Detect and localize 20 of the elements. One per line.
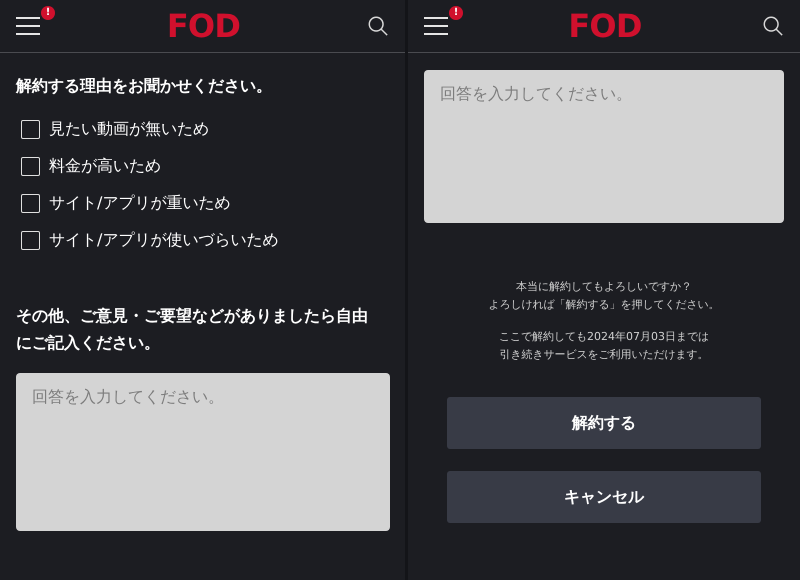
- reason-checkbox[interactable]: サイト/アプリが重いため: [21, 191, 389, 215]
- menu-button[interactable]: [16, 16, 40, 36]
- comment-field[interactable]: 回答を入力してください。: [16, 373, 390, 531]
- confirm-text: 本当に解約してもよろしいですか？: [516, 279, 692, 295]
- menu-button[interactable]: [424, 16, 448, 36]
- notice-text: ここで解約しても2024年07月03日までは: [499, 329, 709, 345]
- search-button[interactable]: [762, 15, 784, 37]
- notice-text: 引き続きサービスをご利用いただけます。: [500, 347, 708, 363]
- notification-badge: !: [41, 6, 55, 20]
- cancel-subscription-button[interactable]: 解約する: [447, 397, 761, 449]
- reason-checkbox[interactable]: サイト/アプリが使いづらいため: [21, 228, 389, 252]
- reason-checkbox[interactable]: 見たい動画が無いため: [21, 117, 389, 141]
- notification-badge: !: [449, 6, 463, 20]
- cancel-button[interactable]: キャンセル: [447, 471, 761, 523]
- search-button[interactable]: [366, 15, 389, 37]
- comment-field[interactable]: 回答を入力してください。: [424, 70, 784, 223]
- section-title: 解約する理由をお聞かせください。: [16, 75, 273, 97]
- reason-checkbox[interactable]: 料金が高いため: [21, 154, 389, 178]
- confirm-text: よろしければ「解約する」を押してください。: [488, 297, 720, 313]
- section-title: その他、ご意見・ご要望などがありましたら自由にご記入ください。: [16, 305, 369, 354]
